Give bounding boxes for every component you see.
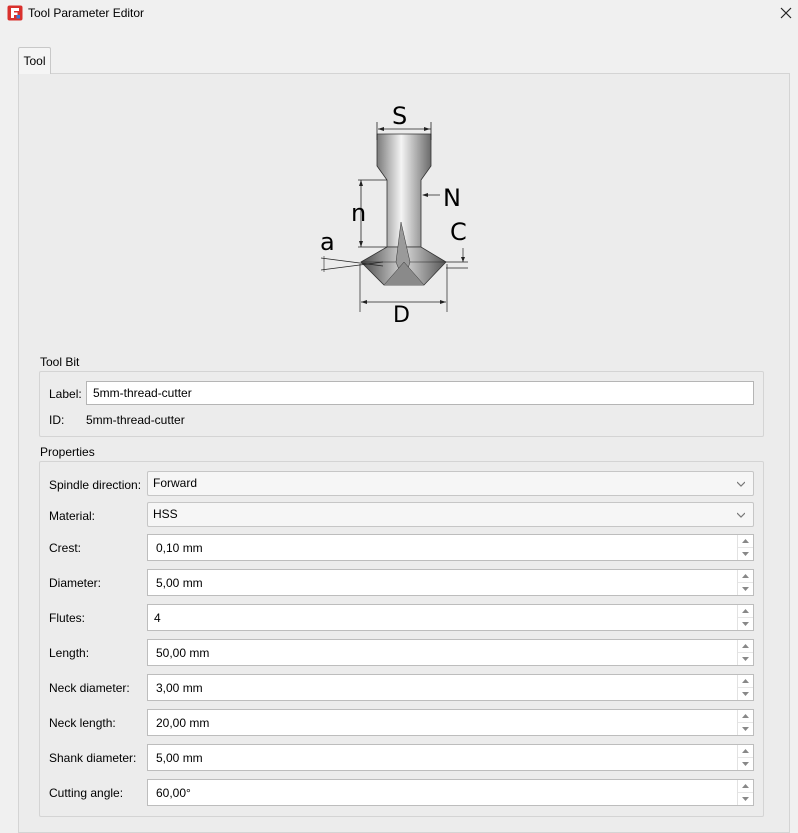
tool-diagram: S N n a C D [320,102,468,328]
freecad-app-icon [7,5,23,21]
flutes-value: 4 [154,611,161,625]
label-caption: Label: [49,387,82,401]
spin-up-button[interactable] [738,640,753,652]
spin-buttons [737,640,753,665]
spin-down-icon [742,586,749,591]
spin-up-icon [742,679,749,683]
spin-down-icon [742,656,749,661]
dim-label-C: C [450,218,467,246]
cutting-angle-value: 60,00° [156,786,191,800]
cutting-angle-spinbox[interactable]: 60,00° [147,779,754,806]
material-select[interactable]: HSS [147,502,754,527]
spin-up-icon [742,714,749,718]
spin-down-icon [742,761,749,766]
window-title: Tool Parameter Editor [28,6,145,20]
close-button[interactable] [774,0,798,26]
id-value: 5mm-thread-cutter [86,413,185,427]
spin-buttons [737,605,753,630]
chevron-down-icon [737,512,745,518]
diameter-caption: Diameter: [49,576,102,590]
neck-diameter-spinbox[interactable]: 3,00 mm [147,674,754,701]
spin-buttons [737,780,753,805]
neck-diameter-value: 3,00 mm [156,681,203,695]
dim-label-n: n [351,199,366,227]
length-value: 50,00 mm [156,646,210,660]
spin-down-button[interactable] [738,652,753,664]
spin-buttons [737,745,753,770]
length-spinbox[interactable]: 50,00 mm [147,639,754,666]
spin-up-icon [742,644,749,648]
spin-down-button[interactable] [738,687,753,699]
spin-up-button[interactable] [738,535,753,547]
dim-label-s: S [392,102,407,130]
crest-value: 0,10 mm [156,541,203,555]
material-value: HSS [153,507,178,521]
spindle-direction-caption: Spindle direction: [49,478,142,492]
spin-buttons [737,535,753,560]
spin-up-icon [742,749,749,753]
neck-length-spinbox[interactable]: 20,00 mm [147,709,754,736]
spin-buttons [737,570,753,595]
spin-down-icon [742,726,749,731]
spin-up-button[interactable] [738,745,753,757]
spin-down-button[interactable] [738,722,753,734]
label-input[interactable]: 5mm-thread-cutter [86,381,754,405]
diameter-spinbox[interactable]: 5,00 mm [147,569,754,596]
properties-group-title: Properties [40,445,95,459]
spin-up-button[interactable] [738,710,753,722]
diameter-value: 5,00 mm [156,576,203,590]
spin-up-icon [742,574,749,578]
spin-down-icon [742,691,749,696]
neck-length-value: 20,00 mm [156,716,210,730]
spin-up-button[interactable] [738,605,753,617]
dim-label-N: N [443,184,461,212]
shank-diameter-caption: Shank diameter: [49,751,137,765]
cutting-angle-caption: Cutting angle: [49,786,124,800]
spin-down-icon [742,551,749,556]
close-icon [780,7,792,19]
tab-tool-label: Tool [23,54,46,68]
id-caption: ID: [49,413,65,427]
shank-diameter-spinbox[interactable]: 5,00 mm [147,744,754,771]
neck-length-caption: Neck length: [49,716,116,730]
spin-buttons [737,710,753,735]
spindle-direction-select[interactable]: Forward [147,471,754,496]
shank-diameter-value: 5,00 mm [156,751,203,765]
neck-diameter-caption: Neck diameter: [49,681,130,695]
spin-down-button[interactable] [738,792,753,804]
tab-tool[interactable]: Tool [18,47,51,74]
dim-label-D: D [393,303,410,328]
spin-up-icon [742,539,749,543]
flutes-spinbox[interactable]: 4 [147,604,754,631]
crest-spinbox[interactable]: 0,10 mm [147,534,754,561]
spin-down-icon [742,796,749,801]
flutes-caption: Flutes: [49,611,86,625]
spin-down-button[interactable] [738,582,753,594]
spin-up-button[interactable] [738,675,753,687]
spin-up-button[interactable] [738,570,753,582]
spin-down-button[interactable] [738,757,753,769]
spindle-direction-value: Forward [153,476,198,490]
spin-up-icon [742,609,749,613]
tool-bit-group-title: Tool Bit [40,355,80,369]
material-caption: Material: [49,509,96,523]
spin-up-icon [742,784,749,788]
title-bar: Tool Parameter Editor [0,0,798,28]
spin-up-button[interactable] [738,780,753,792]
spin-down-button[interactable] [738,547,753,559]
spin-down-button[interactable] [738,617,753,629]
chevron-down-icon [737,481,745,487]
dim-label-a: a [320,228,335,256]
length-caption: Length: [49,646,90,660]
spin-buttons [737,675,753,700]
spin-down-icon [742,621,749,626]
crest-caption: Crest: [49,541,82,555]
